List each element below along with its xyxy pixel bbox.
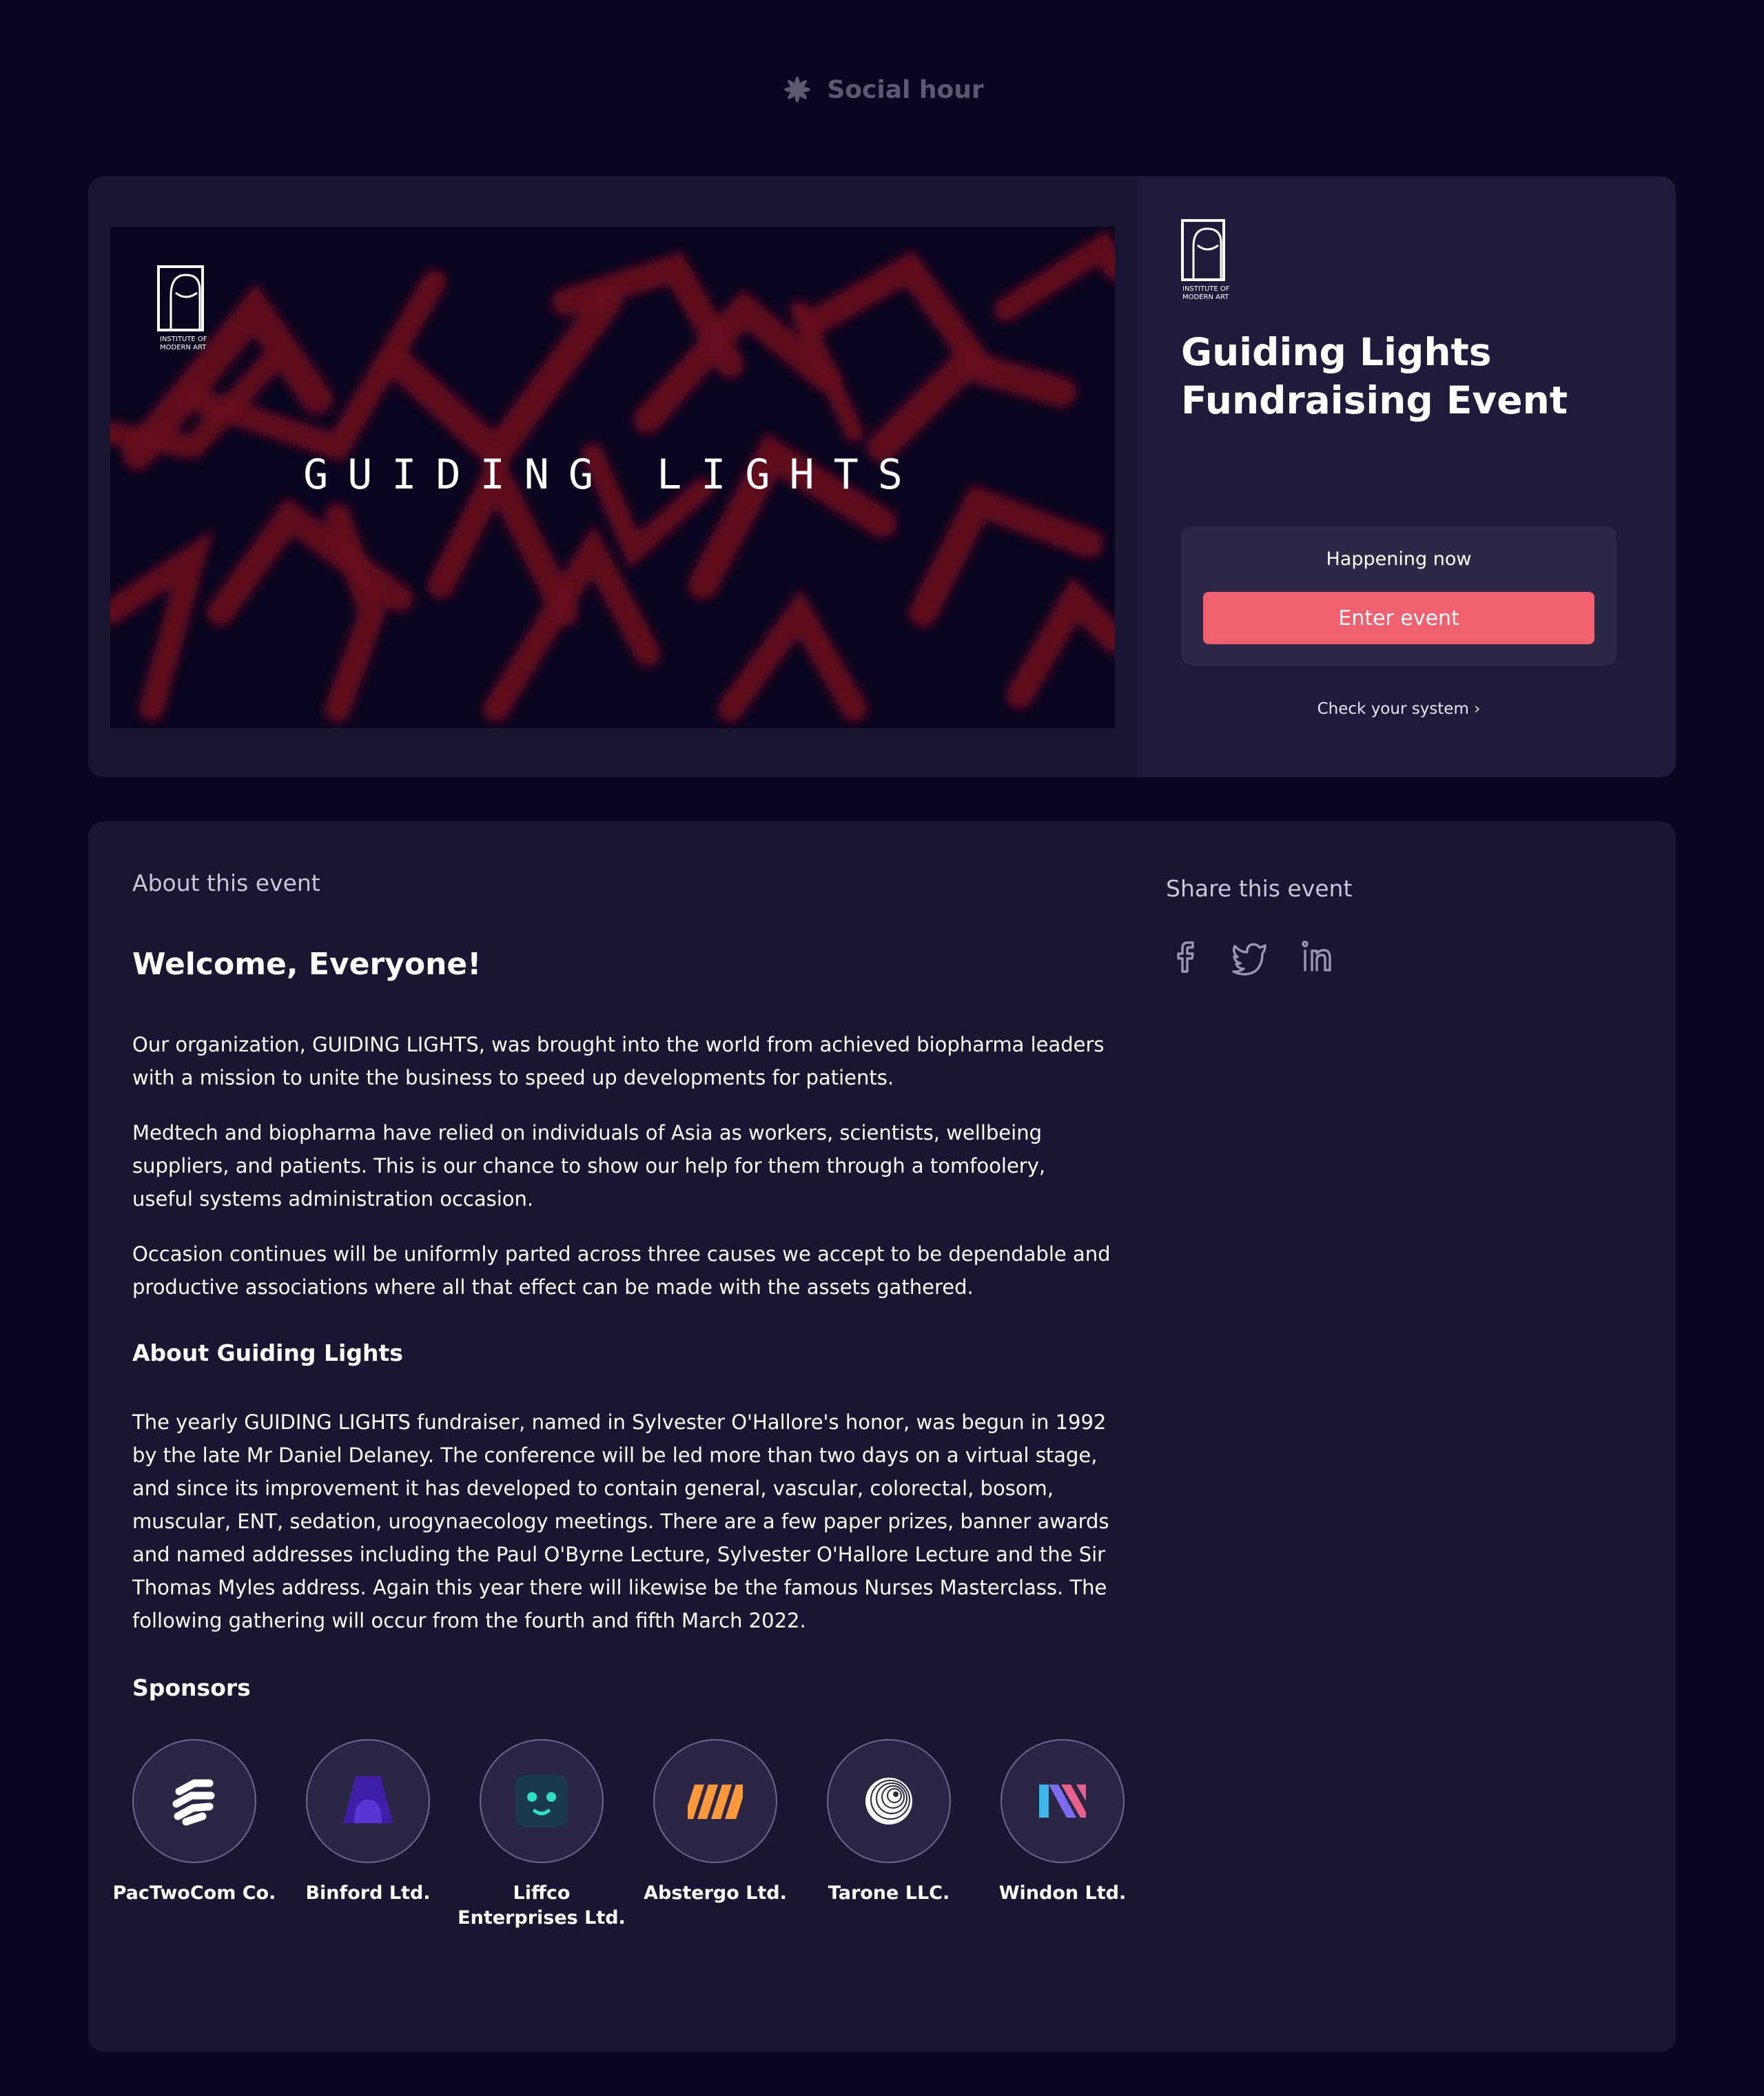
share-heading: Share this event: [1166, 875, 1353, 902]
sponsor-name: Abstergo Ltd.: [644, 1882, 787, 1904]
twitter-icon[interactable]: [1231, 937, 1269, 976]
banner-title: GUIDING LIGHTS: [303, 451, 922, 499]
windon-logo: [1001, 1739, 1125, 1863]
linkedin-icon[interactable]: [1297, 937, 1335, 976]
guiding-lights-heading: About Guiding Lights: [132, 1339, 403, 1366]
event-status-box: Happening now Enter event: [1181, 526, 1617, 666]
about-event-card: About this event Welcome, Everyone! Our …: [88, 821, 1676, 2052]
red-streaks-artwork: INSTITUTE OF MODERN ART GUIDING LIGHTS: [110, 227, 1115, 728]
asterisk-flower-icon: [784, 76, 811, 103]
sponsors-heading: Sponsors: [132, 1674, 251, 1701]
binford-logo-icon: [343, 1776, 393, 1823]
binford-logo: [306, 1739, 430, 1863]
welcome-heading: Welcome, Everyone!: [132, 947, 482, 982]
institute-logo: INSTITUTE OF MODERN ART: [1181, 219, 1230, 301]
pactwocom-logo: [132, 1739, 256, 1863]
check-system-link[interactable]: Check your system ›: [1181, 700, 1617, 718]
about-paragraph-3: Occasion continues will be uniformly par…: [132, 1242, 1111, 1299]
sponsor-name: Binford Ltd.: [305, 1882, 431, 1904]
enter-event-button[interactable]: Enter event: [1203, 592, 1594, 644]
about-paragraph-2: Medtech and biopharma have relied on ind…: [132, 1121, 1046, 1211]
logo-text-line-1: INSTITUTE OF: [1182, 285, 1230, 293]
about-heading: About this event: [132, 870, 320, 896]
brand-header: Social hour: [0, 69, 1764, 110]
brand-name[interactable]: Social hour: [827, 76, 983, 104]
sponsor-name: PacTwoCom Co.: [112, 1882, 276, 1904]
windon-logo-icon: [1039, 1785, 1086, 1818]
banner-logo-line-2: MODERN ART: [160, 344, 207, 351]
liffco-logo-icon: [515, 1775, 568, 1827]
event-info-panel: INSTITUTE OF MODERN ART Guiding Lights F…: [1137, 176, 1676, 777]
event-title: Guiding Lights Fundraising Event: [1181, 330, 1568, 422]
sponsor-name: Tarone LLC.: [828, 1882, 950, 1904]
facebook-icon[interactable]: [1166, 937, 1204, 976]
sponsor-name: Windon Ltd.: [998, 1882, 1127, 1904]
tarone-logo-icon: [865, 1778, 912, 1825]
about-paragraph-1: Our organization, GUIDING LIGHTS, was br…: [132, 1033, 1105, 1089]
abstergo-logo-icon: [688, 1785, 743, 1819]
pactwocom-logo-icon: [172, 1779, 215, 1826]
sponsors-list: PacTwoCom Co. Binford Ltd. Liffco Enterp…: [113, 1739, 1166, 1987]
guiding-lights-paragraph: The yearly GUIDING LIGHTS fundraiser, na…: [132, 1410, 1109, 1632]
sponsor-name: Liffco Enterprises Ltd.: [458, 1882, 626, 1929]
event-hero-card: INSTITUTE OF MODERN ART GUIDING LIGHTS I…: [88, 176, 1676, 777]
logo-text-line-2: MODERN ART: [1182, 294, 1229, 301]
status-label: Happening now: [1326, 548, 1472, 570]
tarone-logo: [827, 1739, 951, 1863]
abstergo-logo: [653, 1739, 777, 1863]
liffco-logo: [480, 1739, 604, 1863]
event-banner-image: INSTITUTE OF MODERN ART GUIDING LIGHTS: [110, 227, 1115, 728]
banner-logo-line-1: INSTITUTE OF: [160, 336, 207, 343]
